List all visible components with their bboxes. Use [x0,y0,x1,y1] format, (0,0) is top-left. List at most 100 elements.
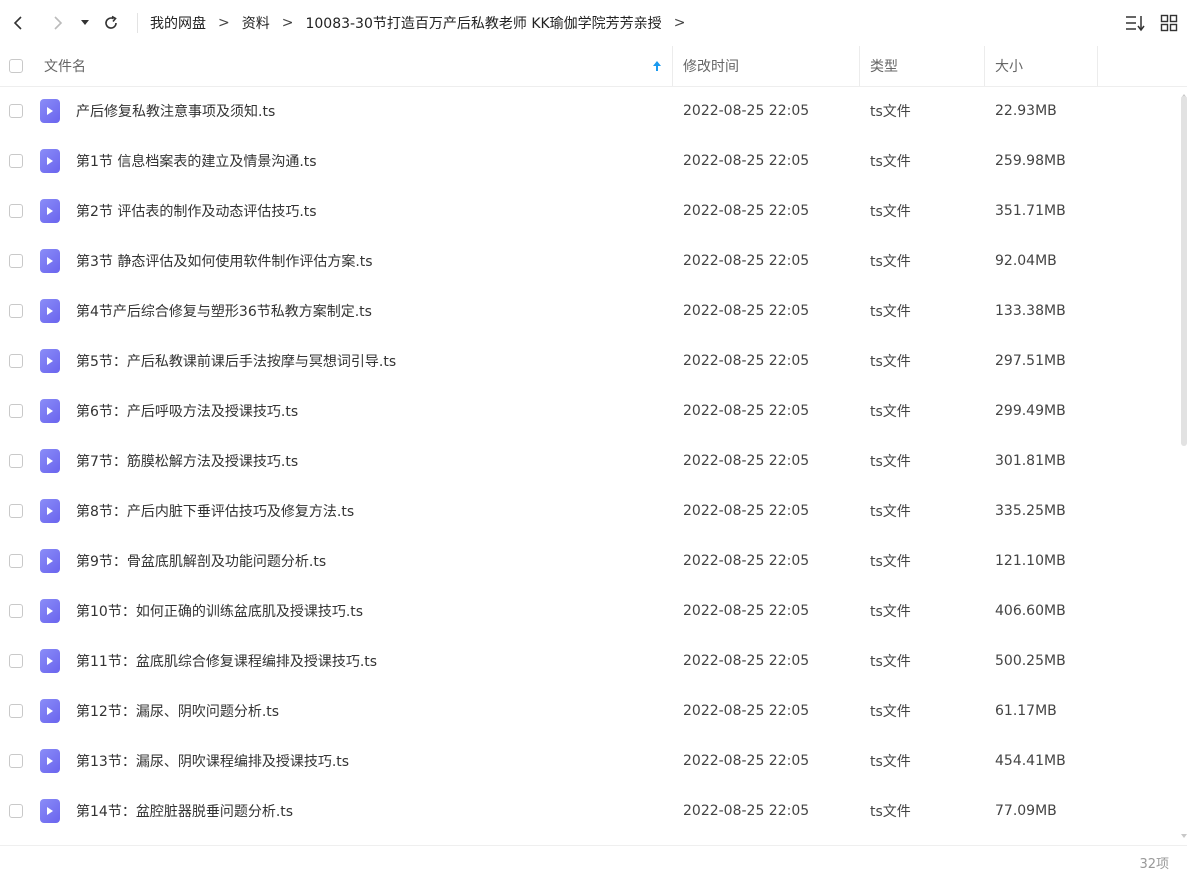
select-all-checkbox-cell[interactable] [9,46,23,86]
row-checkbox-cell[interactable] [9,186,23,236]
row-checkbox-cell[interactable] [9,386,23,436]
file-row[interactable]: 第7节：筋膜松解方法及授课技巧.ts 2022-08-25 22:05 ts文件 30… [0,436,1180,486]
file-row[interactable]: 第2节 评估表的制作及动态评估技巧.ts 2022-08-25 22:05 ts文件… [0,186,1180,236]
file-row[interactable]: 第9节：骨盆底肌解剖及功能问题分析.ts 2022-08-25 22:05 ts文件… [0,536,1180,586]
row-checkbox-cell[interactable] [9,586,23,636]
row-checkbox-cell[interactable] [9,536,23,586]
file-name[interactable]: 第13节：漏尿、阴吹课程编排及授课技巧.ts [76,736,349,786]
row-checkbox[interactable] [9,804,23,818]
file-row[interactable]: 第13节：漏尿、阴吹课程编排及授课技巧.ts 2022-08-25 22:05 ts… [0,736,1180,786]
row-checkbox-cell[interactable] [9,736,23,786]
file-name[interactable]: 第2节 评估表的制作及动态评估技巧.ts [76,186,317,236]
file-row[interactable]: 第1节 信息档案表的建立及情景沟通.ts 2022-08-25 22:05 ts文件… [0,136,1180,186]
file-row[interactable]: 产后修复私教注意事项及须知.ts 2022-08-25 22:05 ts文件 22.9… [0,86,1180,136]
file-icon-cell [40,736,60,786]
row-checkbox[interactable] [9,204,23,218]
file-row[interactable]: 第12节：漏尿、阴吹问题分析.ts 2022-08-25 22:05 ts文件 61.… [0,686,1180,736]
column-divider[interactable] [859,46,860,86]
file-size: 299.49MB [995,403,1066,419]
row-checkbox-cell[interactable] [9,686,23,736]
file-type: ts文件 [870,754,911,770]
scrollbar-thumb[interactable] [1181,96,1187,446]
header-modified[interactable]: 修改时间 [683,46,739,86]
file-icon-cell [40,336,60,386]
file-row[interactable]: 第4节产后综合修复与塑形36节私教方案制定.ts 2022-08-25 22:05… [0,286,1180,336]
file-name[interactable]: 第3节 静态评估及如何使用软件制作评估方案.ts [76,236,373,286]
file-row[interactable]: 第10节：如何正确的训练盆底肌及授课技巧.ts 2022-08-25 22:05 t… [0,586,1180,636]
file-name[interactable]: 第1节 信息档案表的建立及情景沟通.ts [76,136,317,186]
row-checkbox[interactable] [9,304,23,318]
file-name[interactable]: 第7节：筋膜松解方法及授课技巧.ts [76,436,298,486]
file-modified: 2022-08-25 22:05 [683,703,810,719]
breadcrumb-item-materials[interactable]: 资料 [242,13,270,33]
file-name[interactable]: 第10节：如何正确的训练盆底肌及授课技巧.ts [76,586,363,636]
file-name[interactable]: 第8节：产后内脏下垂评估技巧及修复方法.ts [76,486,354,536]
refresh-button[interactable] [98,10,124,36]
file-row[interactable]: 第6节：产后呼吸方法及授课技巧.ts 2022-08-25 22:05 ts文件 29… [0,386,1180,436]
header-name[interactable]: 文件名 [44,46,86,86]
breadcrumb-item-my-drive[interactable]: 我的网盘 [150,13,206,33]
forward-button[interactable] [44,10,70,36]
row-checkbox-cell[interactable] [9,136,23,186]
row-checkbox-cell[interactable] [9,786,23,836]
column-divider[interactable] [984,46,985,86]
grid-view-button[interactable] [1156,10,1182,36]
file-modified: 2022-08-25 22:05 [683,453,810,469]
file-size: 297.51MB [995,353,1066,369]
file-name[interactable]: 第4节产后综合修复与塑形36节私教方案制定.ts [76,286,372,336]
sort-button[interactable] [1122,10,1148,36]
video-file-icon [40,549,60,573]
history-dropdown-button[interactable] [76,10,94,36]
file-row[interactable]: 第14节：盆腔脏器脱垂问题分析.ts 2022-08-25 22:05 ts文件 77… [0,786,1180,836]
file-name[interactable]: 第5节：产后私教课前课后手法按摩与冥想词引导.ts [76,336,396,386]
row-checkbox-cell[interactable] [9,86,23,136]
scroll-down-button[interactable] [1181,826,1187,838]
file-name[interactable]: 产后修复私教注意事项及须知.ts [76,86,275,136]
back-button[interactable] [6,10,32,36]
row-checkbox[interactable] [9,454,23,468]
scroll-up-button[interactable] [1181,86,1187,98]
row-checkbox[interactable] [9,654,23,668]
breadcrumb-item-course-folder[interactable]: 10083-30节打造百万产后私教老师 KK瑜伽学院芳芳亲授 [305,13,661,33]
row-checkbox-cell[interactable] [9,636,23,686]
file-name[interactable]: 第9节：骨盆底肌解剖及功能问题分析.ts [76,536,326,586]
column-divider[interactable] [1097,46,1098,86]
file-modified: 2022-08-25 22:05 [683,103,810,119]
file-row[interactable]: 第8节：产后内脏下垂评估技巧及修复方法.ts 2022-08-25 22:05 ts… [0,486,1180,536]
row-checkbox-cell[interactable] [9,286,23,336]
file-modified: 2022-08-25 22:05 [683,153,810,169]
row-checkbox[interactable] [9,254,23,268]
row-checkbox-cell[interactable] [9,336,23,386]
select-all-checkbox[interactable] [9,59,23,73]
row-checkbox[interactable] [9,104,23,118]
column-divider[interactable] [672,46,673,86]
sort-ascending-arrow[interactable] [652,46,662,86]
row-checkbox[interactable] [9,404,23,418]
file-icon-cell [40,486,60,536]
header-type[interactable]: 类型 [870,46,898,86]
row-checkbox[interactable] [9,554,23,568]
file-modified: 2022-08-25 22:05 [683,503,810,519]
file-name[interactable]: 第14节：盆腔脏器脱垂问题分析.ts [76,786,293,836]
file-row[interactable]: 第3节 静态评估及如何使用软件制作评估方案.ts 2022-08-25 22:05… [0,236,1180,286]
row-checkbox-cell[interactable] [9,486,23,536]
file-size: 454.41MB [995,753,1066,769]
row-checkbox-cell[interactable] [9,236,23,286]
file-name[interactable]: 第6节：产后呼吸方法及授课技巧.ts [76,386,298,436]
row-checkbox[interactable] [9,704,23,718]
row-checkbox-cell[interactable] [9,436,23,486]
chevron-right-icon [54,16,63,30]
play-icon [47,757,53,765]
file-size: 92.04MB [995,253,1057,269]
file-row[interactable]: 第11节：盆底肌综合修复课程编排及授课技巧.ts 2022-08-25 22:05… [0,636,1180,686]
row-checkbox[interactable] [9,604,23,618]
row-checkbox[interactable] [9,354,23,368]
row-checkbox[interactable] [9,754,23,768]
header-size[interactable]: 大小 [995,46,1023,86]
file-name[interactable]: 第11节：盆底肌综合修复课程编排及授课技巧.ts [76,636,377,686]
file-type: ts文件 [870,604,911,620]
file-name[interactable]: 第12节：漏尿、阴吹问题分析.ts [76,686,279,736]
row-checkbox[interactable] [9,504,23,518]
file-row[interactable]: 第5节：产后私教课前课后手法按摩与冥想词引导.ts 2022-08-25 22:0… [0,336,1180,386]
row-checkbox[interactable] [9,154,23,168]
